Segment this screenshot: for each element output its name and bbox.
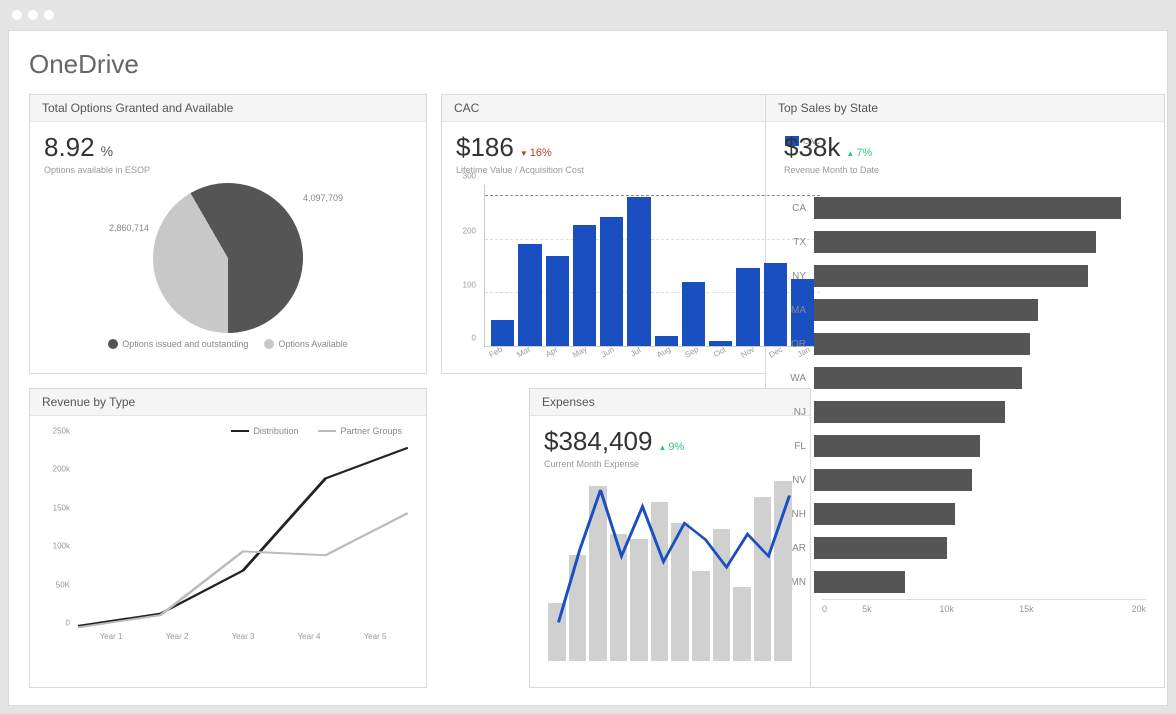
card-top-sales: Top Sales by State $38k 7% Revenue Month…	[765, 94, 1165, 688]
browser-chrome	[0, 0, 1176, 30]
hbar	[814, 367, 1022, 389]
state-label: NY	[784, 271, 814, 282]
legend-label: Options issued and outstanding	[122, 339, 248, 349]
hbar-axis: 0 5k 10k 15k 20k	[822, 599, 1146, 614]
hbar-chart: CA TX NY MA OR WA NJFLNVNHARMN	[784, 191, 1146, 599]
line-svg	[78, 440, 408, 632]
hbar	[814, 469, 972, 491]
card-expenses: Expenses $384,409 9% Current Month Expen…	[529, 388, 811, 688]
legend-label: Options Available	[278, 339, 347, 349]
bar	[518, 244, 541, 346]
metric-unit: %	[101, 143, 113, 159]
hbar	[814, 435, 980, 457]
pie-slice-label: 4,097,709	[303, 193, 343, 203]
metric-value: $186	[456, 132, 514, 163]
hbar-row: CA	[784, 191, 1146, 225]
metric-subtitle: Current Month Expense	[544, 459, 796, 469]
hbar-row: FL	[784, 429, 1146, 463]
bar	[627, 197, 650, 346]
hbar	[814, 537, 947, 559]
hbar-row: OR	[784, 327, 1146, 361]
metric-value: $384,409	[544, 426, 652, 457]
window-dot	[28, 10, 38, 20]
state-label: OR	[784, 339, 814, 350]
pie-legend: Options issued and outstanding Options A…	[44, 339, 412, 349]
hbar	[814, 265, 1088, 287]
bar	[573, 225, 596, 346]
page-title: OneDrive	[29, 49, 1147, 80]
pie-slice-label: 2,860,714	[109, 223, 149, 233]
bar	[736, 268, 759, 346]
hbar-row: MN	[784, 565, 1146, 599]
hbar	[814, 299, 1038, 321]
dashboard-grid: Total Options Granted and Available 8.92…	[29, 94, 1147, 688]
bar	[546, 256, 569, 346]
combo-chart	[544, 481, 796, 661]
hbar-row: NJ	[784, 395, 1146, 429]
card-revenue: Revenue by Type Distribution Partner Gro…	[29, 388, 427, 688]
metric-value: $38k	[784, 132, 840, 163]
hbar-row: AR	[784, 531, 1146, 565]
hbar-row: TX	[784, 225, 1146, 259]
bar	[600, 217, 623, 346]
hbar-row: MA	[784, 293, 1146, 327]
hbar	[814, 231, 1096, 253]
hbar-row: NY	[784, 259, 1146, 293]
metric-delta: 16%	[520, 147, 552, 159]
card-title: Total Options Granted and Available	[30, 95, 426, 122]
hbar-row: NH	[784, 497, 1146, 531]
metric-value: 8.92	[44, 132, 95, 163]
app-frame: OneDrive Total Options Granted and Avail…	[8, 30, 1168, 706]
bar	[682, 282, 705, 346]
pie-chart: 4,097,709 2,860,714	[153, 183, 303, 333]
hbar	[814, 197, 1121, 219]
hbar-row: WA	[784, 361, 1146, 395]
state-label: TX	[784, 237, 814, 248]
state-label: MA	[784, 305, 814, 316]
card-title: Revenue by Type	[30, 389, 426, 416]
hbar	[814, 503, 955, 525]
line-chart: 0 50K 100k 150k 200k 250k Year 1Year 2Ye…	[44, 440, 412, 650]
state-label: WA	[784, 373, 814, 384]
card-options: Total Options Granted and Available 8.92…	[29, 94, 427, 374]
hbar	[814, 333, 1030, 355]
metric-subtitle: Options available in ESOP	[44, 165, 412, 175]
window-dot	[44, 10, 54, 20]
combo-line	[548, 481, 800, 661]
hbar-row: NV	[784, 463, 1146, 497]
hbar	[814, 571, 905, 593]
hbar	[814, 401, 1005, 423]
card-title: Top Sales by State	[766, 95, 1164, 122]
metric-delta: 9%	[658, 441, 684, 453]
metric-delta: 7%	[846, 147, 872, 159]
state-label: CA	[784, 203, 814, 214]
metric-subtitle: Revenue Month to Date	[784, 165, 1146, 175]
line-legend: Distribution Partner Groups	[44, 426, 412, 436]
window-dot	[12, 10, 22, 20]
